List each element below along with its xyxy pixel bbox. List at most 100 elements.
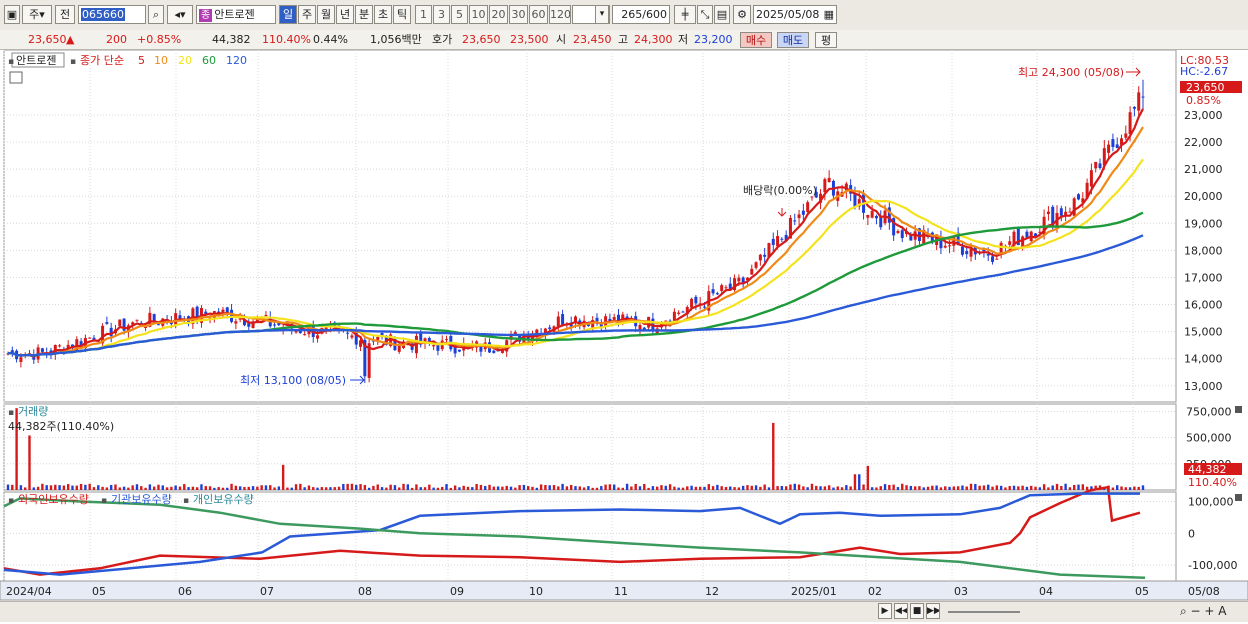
volume-bar	[1012, 485, 1016, 490]
candle-body	[273, 324, 277, 326]
chevron-down-icon[interactable]: ▾	[595, 5, 609, 24]
volume-bar	[127, 487, 130, 490]
volume-bar	[213, 487, 216, 490]
volume-bar	[643, 483, 646, 490]
volume-bar	[118, 487, 121, 490]
candle-type-icon[interactable]: ╪	[674, 5, 696, 24]
calendar-icon[interactable]: ▦	[824, 6, 834, 23]
volume-bar	[892, 484, 895, 490]
candle-body	[264, 314, 268, 316]
volume-bar	[767, 487, 771, 490]
prev-button[interactable]: 전	[55, 5, 75, 24]
speaker-icon[interactable]: ◂▾	[167, 5, 193, 24]
candle-body	[677, 312, 681, 314]
stop-icon[interactable]: ■	[910, 603, 924, 619]
open-label: 시	[556, 33, 567, 46]
candle-body	[797, 214, 801, 219]
volume-bar	[157, 484, 160, 490]
volume-bar	[1034, 486, 1037, 490]
gear-icon[interactable]: ⚙	[733, 5, 751, 24]
volume-bar	[875, 487, 878, 490]
interval-button-30[interactable]: 30	[509, 5, 528, 24]
tab-period-6[interactable]: 틱	[393, 5, 411, 24]
tab-period-5[interactable]: 초	[374, 5, 392, 24]
volume-bar	[815, 485, 818, 490]
y-tick-label: 22,000	[1184, 136, 1223, 149]
candle-body	[1141, 96, 1145, 98]
volume-bar	[612, 484, 616, 490]
fast-forward-icon[interactable]: ▶▶	[926, 603, 940, 619]
candle-body	[896, 231, 900, 233]
volume-bar	[901, 483, 904, 490]
interval-button-5[interactable]: 5	[451, 5, 468, 24]
code-input[interactable]: 065660	[78, 5, 146, 24]
interval-button-60[interactable]: 60	[529, 5, 548, 24]
volume-bar	[359, 484, 362, 490]
volume-bar	[324, 487, 328, 490]
volume-bar	[92, 487, 96, 490]
volume-bar	[698, 486, 702, 490]
draw-tool-icon[interactable]: ⤡	[697, 5, 713, 24]
volume-bar	[286, 487, 289, 490]
volume-bar	[858, 474, 861, 490]
volume-bar	[492, 486, 496, 490]
search-icon[interactable]: ⌕	[148, 5, 164, 24]
volume-bar	[101, 486, 104, 490]
scroll-right-icon[interactable]: ▶	[878, 603, 892, 619]
y-tick-label: 15,000	[1184, 326, 1223, 339]
interval-button-3[interactable]: 3	[433, 5, 450, 24]
rewind-icon[interactable]: ◀◀	[894, 603, 908, 619]
save-icon[interactable]: ▤	[714, 5, 730, 24]
x-tick-label: 04	[1039, 585, 1053, 598]
interval-button-120[interactable]: 120	[549, 5, 571, 24]
dividend-annotation: 배당락(0.00%)	[743, 184, 817, 197]
volume-bar	[557, 486, 560, 490]
zoom-slider[interactable]	[948, 611, 1020, 613]
volume-bar	[827, 485, 831, 490]
interval-button-20[interactable]: 20	[489, 5, 508, 24]
y-tick-label: 19,000	[1184, 217, 1223, 230]
volume-bar	[802, 486, 805, 490]
volume-bar	[1064, 483, 1067, 490]
low-annotation: 최저 13,100 (08/05)	[240, 374, 346, 387]
window-menu-icon[interactable]: ▣	[4, 5, 20, 24]
tab-period-1[interactable]: 주	[298, 5, 316, 24]
sell-button[interactable]: 매도	[777, 32, 809, 48]
tab-period-0[interactable]: 일	[279, 5, 297, 24]
stock-name-field[interactable]: 종 안트로젠	[196, 5, 276, 24]
candle-body	[715, 293, 719, 295]
count-field[interactable]: 265/600	[612, 5, 670, 24]
candle-body	[118, 319, 122, 326]
interval-button-1[interactable]: 1	[415, 5, 432, 24]
low-price: 23,200	[694, 33, 733, 46]
candle-body	[780, 238, 784, 240]
market-select[interactable]: 주▾	[22, 5, 52, 24]
candle-body	[960, 246, 964, 255]
x-tick-label: 11	[614, 585, 628, 598]
volume-bar	[88, 483, 91, 490]
tab-period-3[interactable]: 년	[336, 5, 354, 24]
volume-bar	[320, 487, 324, 490]
eval-button[interactable]: 평	[815, 32, 837, 48]
tab-period-4[interactable]: 분	[355, 5, 373, 24]
tab-period-2[interactable]: 월	[317, 5, 335, 24]
volume-bar	[621, 487, 624, 490]
hc-label: HC:-2.67	[1180, 65, 1228, 78]
chart-canvas[interactable]: 2024/04 05 06 07 08 09 10 11 12 2025/01 02 03 04 05 05…	[0, 49, 1248, 621]
zoom-controls-icon[interactable]: ⌕ − + A	[1180, 604, 1226, 619]
volume-bar	[367, 487, 371, 490]
volume-pct-tag-text: 110.40%	[1188, 476, 1237, 489]
volume-bar	[423, 487, 427, 490]
buy-button[interactable]: 매수	[740, 32, 772, 48]
volume-bar	[36, 486, 40, 490]
volume-bar	[961, 485, 964, 490]
volume-bar	[165, 487, 169, 490]
holding-bullet-icon: ▪	[183, 496, 189, 506]
candle-body	[1094, 161, 1098, 169]
volume-bar	[681, 487, 685, 490]
volume-bar	[630, 486, 633, 490]
volume-bar	[488, 484, 491, 490]
interval-button-10[interactable]: 10	[469, 5, 488, 24]
date-field[interactable]: 2025/05/08 ▦	[753, 5, 837, 24]
current-pct-tag-text: 0.85%	[1186, 94, 1221, 107]
